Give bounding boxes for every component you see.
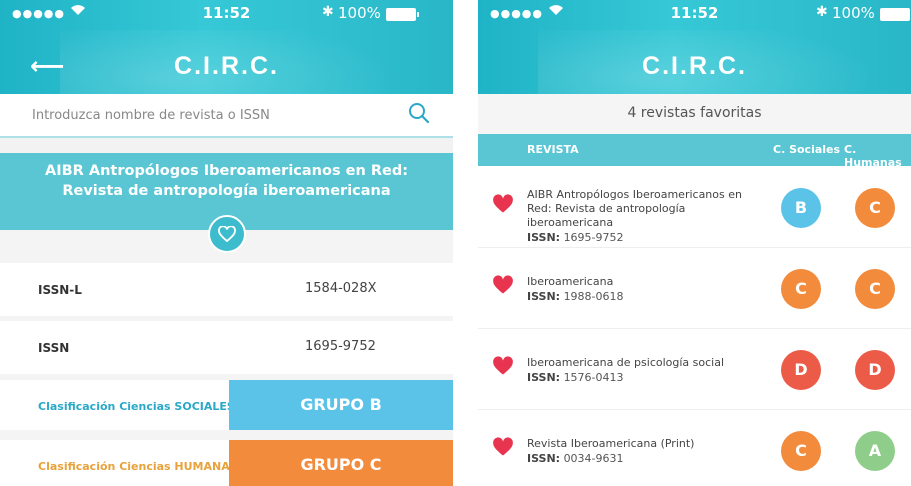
battery-icon — [386, 8, 419, 21]
classification-label: Clasificación Ciencias SOCIALES — [38, 400, 235, 413]
app-title: C.I.R.C. — [642, 52, 747, 80]
favorites-count: 4 revistas favoritas — [478, 94, 911, 134]
bluetooth-icon: ✱ — [322, 4, 334, 20]
column-header-journal: REVISTA — [527, 143, 579, 156]
issn-label: ISSN: — [527, 452, 561, 465]
detail-value: 1584-028X — [305, 281, 377, 296]
issn-value: 1576-0413 — [563, 371, 624, 384]
issn-value: 1695-9752 — [563, 231, 624, 244]
battery-percent: 100% — [832, 4, 875, 22]
battery-icon — [880, 8, 910, 21]
heart-icon[interactable] — [492, 356, 514, 376]
heart-icon[interactable] — [492, 275, 514, 295]
app-header: ●●●●● 11:52 ✱ 100% C.I.R.C. — [478, 0, 911, 94]
battery-percent: 100% — [338, 4, 381, 22]
grade-badge-humanities: A — [855, 431, 895, 471]
heart-icon[interactable] — [492, 437, 514, 457]
app-header: ●●●●● 11:52 ✱ 100% ⟵ C.I.R.C. — [0, 0, 453, 94]
favorite-toggle-button[interactable] — [208, 215, 246, 253]
table-row[interactable]: AIBR Antropólogos Iberoamericanos en Red… — [478, 168, 911, 248]
journal-issn: ISSN: 1695-9752 — [527, 231, 767, 245]
column-header-humanities: C. Humanas — [844, 143, 902, 169]
journal-issn: ISSN: 1576-0413 — [527, 371, 767, 385]
issn-label: ISSN: — [527, 231, 561, 244]
detail-label: ISSN-L — [38, 283, 82, 297]
status-bar: ●●●●● 11:52 ✱ 100% — [0, 0, 453, 26]
journal-entry: Revista Iberoamericana (Print) ISSN: 003… — [527, 437, 767, 466]
journal-entry: Iberoamericana de psicología social ISSN… — [527, 356, 767, 385]
detail-value: 1695-9752 — [305, 339, 376, 354]
detail-label: ISSN — [38, 341, 70, 355]
detail-row-issn: ISSN 1695-9752 — [0, 321, 453, 374]
issn-value: 1988-0618 — [563, 290, 624, 303]
favorites-screen: ●●●●● 11:52 ✱ 100% C.I.R.C. 4 revistas f… — [478, 0, 911, 486]
journal-detail-screen: ●●●●● 11:52 ✱ 100% ⟵ C.I.R.C. AIBR Antro… — [0, 0, 453, 486]
column-header-social: C. Sociales — [773, 143, 841, 156]
grade-badge-humanities: C — [855, 188, 895, 228]
group-badge-social: GRUPO B — [229, 380, 453, 430]
table-row[interactable]: Iberoamericana de psicología social ISSN… — [478, 330, 911, 410]
detail-row-issn-l: ISSN-L 1584-028X — [0, 263, 453, 316]
grade-badge-social: D — [781, 350, 821, 390]
search-bar — [0, 94, 453, 138]
group-badge-humanities: GRUPO C — [229, 440, 453, 486]
classification-row-humanities: Clasificación Ciencias HUMANAS GRUPO C — [0, 440, 453, 486]
grade-badge-social: C — [781, 269, 821, 309]
grade-badge-social: C — [781, 431, 821, 471]
search-icon[interactable] — [408, 102, 430, 124]
journal-name: Revista Iberoamericana (Print) — [527, 437, 695, 450]
heart-icon[interactable] — [492, 194, 514, 214]
journal-title: AIBR Antropólogos Iberoamericanos en Red… — [44, 163, 409, 199]
journal-name: Iberoamericana de psicología social — [527, 356, 725, 369]
divider — [0, 138, 453, 153]
heart-outline-icon — [218, 226, 236, 242]
journal-name: Iberoamericana — [527, 275, 614, 288]
table-row[interactable]: Revista Iberoamericana (Print) ISSN: 003… — [478, 411, 911, 486]
table-row[interactable]: Iberoamericana ISSN: 1988-0618 C C — [478, 249, 911, 329]
table-header: REVISTA C. Sociales C. Humanas — [478, 134, 911, 169]
journal-entry: AIBR Antropólogos Iberoamericanos en Red… — [527, 188, 767, 245]
status-bar: ●●●●● 11:52 ✱ 100% — [478, 0, 911, 26]
journal-entry: Iberoamericana ISSN: 1988-0618 — [527, 275, 767, 304]
journal-issn: ISSN: 0034-9631 — [527, 452, 767, 466]
bluetooth-icon: ✱ — [816, 4, 828, 20]
grade-badge-humanities: D — [855, 350, 895, 390]
issn-label: ISSN: — [527, 371, 561, 384]
search-input[interactable] — [32, 102, 392, 128]
issn-value: 0034-9631 — [563, 452, 624, 465]
grade-badge-social: B — [781, 188, 821, 228]
journal-issn: ISSN: 1988-0618 — [527, 290, 767, 304]
classification-label: Clasificación Ciencias HUMANAS — [38, 460, 238, 473]
journal-name: AIBR Antropólogos Iberoamericanos en Red… — [527, 188, 742, 229]
classification-row-social: Clasificación Ciencias SOCIALES GRUPO B — [0, 380, 453, 430]
app-title: C.I.R.C. — [174, 52, 279, 80]
issn-label: ISSN: — [527, 290, 561, 303]
grade-badge-humanities: C — [855, 269, 895, 309]
